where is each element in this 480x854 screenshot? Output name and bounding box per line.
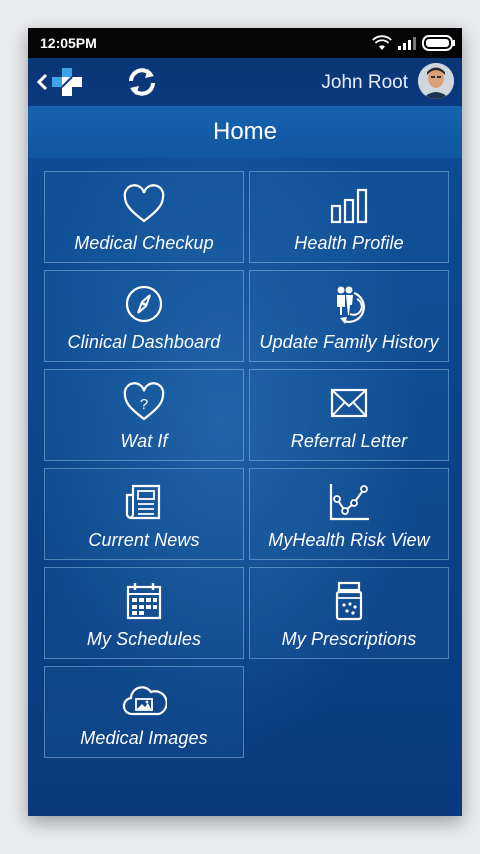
tile-referral-letter[interactable]: Referral Letter	[249, 369, 449, 461]
tile-label: My Schedules	[86, 629, 202, 649]
tile-grid: Medical Checkup Health Profile Clinical …	[28, 158, 462, 816]
avatar[interactable]	[418, 63, 454, 99]
tile-label: My Prescriptions	[281, 629, 417, 649]
pill-jar-icon	[326, 580, 372, 622]
battery-icon	[422, 35, 456, 51]
calendar-icon	[121, 580, 167, 622]
back-chevron-icon	[36, 72, 48, 92]
tile-label: Update Family History	[259, 332, 439, 352]
tile-myhealth-risk-view[interactable]: MyHealth Risk View	[249, 468, 449, 560]
tile-medical-images[interactable]: Medical Images	[44, 666, 244, 758]
bar-chart-icon	[326, 184, 372, 226]
tile-health-profile[interactable]: Health Profile	[249, 171, 449, 263]
back-button[interactable]	[36, 66, 88, 98]
svg-text:?: ?	[140, 396, 148, 413]
tile-my-schedules[interactable]: My Schedules	[44, 567, 244, 659]
user-name[interactable]: John Root	[321, 72, 408, 94]
heart-question-icon: ?	[121, 382, 167, 424]
tile-label: Wat If	[120, 431, 168, 451]
cloud-image-icon	[121, 679, 167, 721]
phone-screen: 12:05PM John Root Home Medical Checkup H…	[28, 28, 462, 816]
tile-label: Health Profile	[294, 233, 404, 253]
wifi-icon	[372, 35, 392, 51]
compass-icon	[121, 283, 167, 325]
sync-icon	[124, 66, 160, 98]
heart-icon	[121, 184, 167, 226]
line-chart-icon	[326, 481, 372, 523]
page-title: Home	[212, 118, 278, 145]
tile-current-news[interactable]: Current News	[44, 468, 244, 560]
tile-label: Medical Checkup	[74, 233, 214, 253]
envelope-icon	[326, 382, 372, 424]
tile-medical-checkup[interactable]: Medical Checkup	[44, 171, 244, 263]
tile-label: Clinical Dashboard	[67, 332, 221, 352]
tile-wat-if[interactable]: ? Wat If	[44, 369, 244, 461]
tile-update-family-history[interactable]: Update Family History	[249, 270, 449, 362]
tile-label: Current News	[88, 530, 200, 550]
tile-label: Medical Images	[80, 728, 208, 748]
tile-clinical-dashboard[interactable]: Clinical Dashboard	[44, 270, 244, 362]
status-icons	[372, 34, 456, 52]
sync-button[interactable]	[120, 64, 164, 100]
tile-my-prescriptions[interactable]: My Prescriptions	[249, 567, 449, 659]
family-history-icon	[326, 283, 372, 325]
newspaper-icon	[121, 481, 167, 523]
medical-cross-logo	[50, 66, 84, 98]
status-time: 12:05PM	[40, 35, 97, 51]
signal-icon	[398, 36, 416, 50]
app-bar: John Root	[28, 58, 462, 106]
tile-label: Referral Letter	[290, 431, 408, 451]
page-header: Home	[28, 106, 462, 158]
status-bar: 12:05PM	[28, 28, 462, 58]
tile-label: MyHealth Risk View	[268, 530, 430, 550]
